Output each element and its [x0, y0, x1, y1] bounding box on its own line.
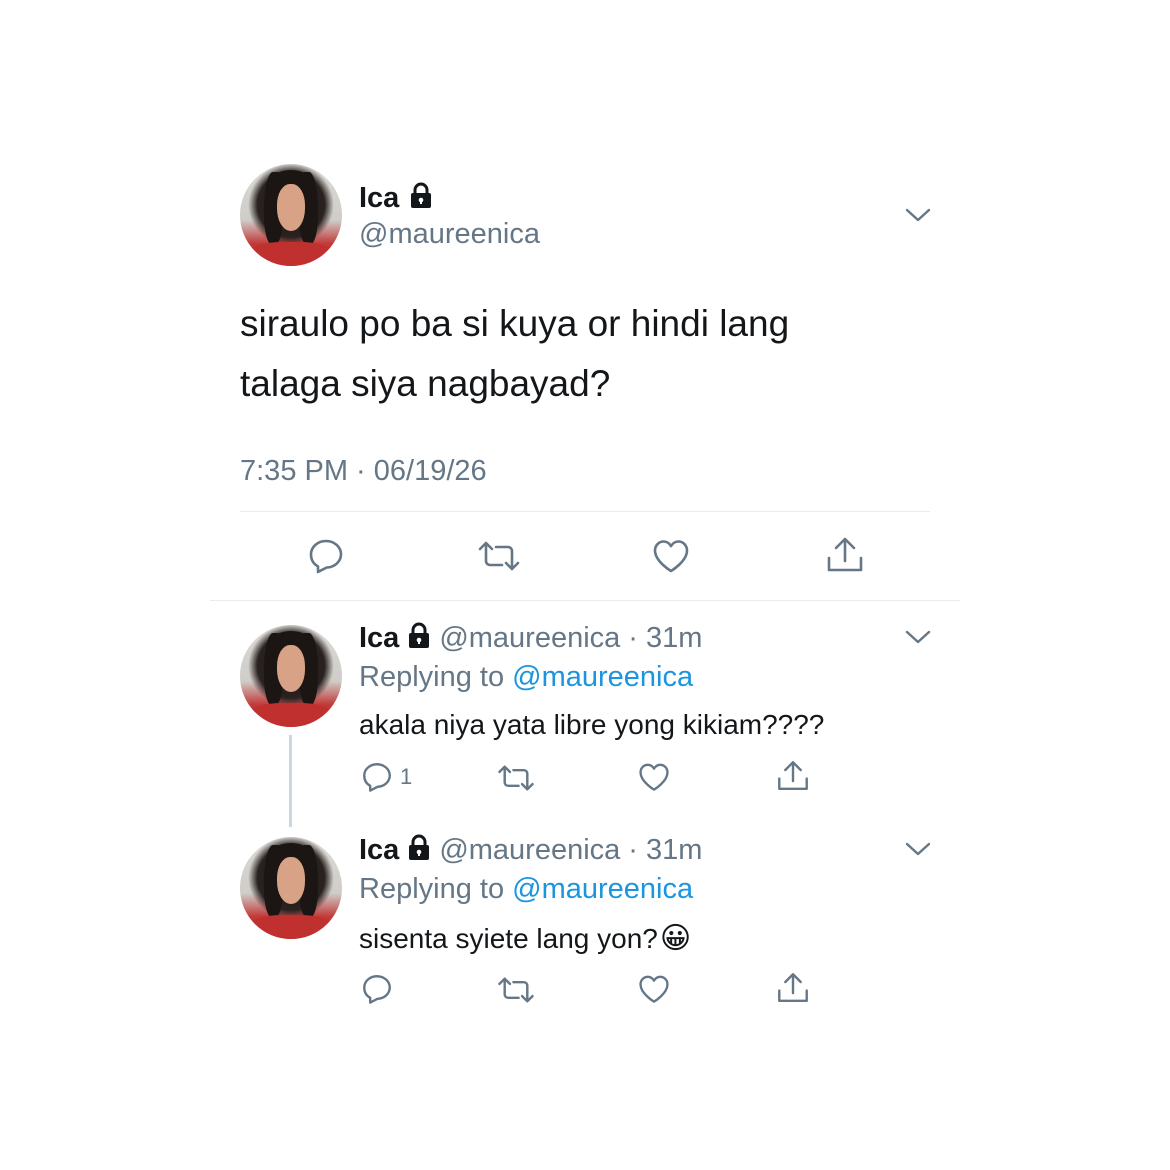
- grinning-face-emoji: 😀: [659, 921, 692, 956]
- retweet-icon[interactable]: [496, 974, 536, 1011]
- reply-icon[interactable]: [360, 972, 394, 1011]
- reply-icon[interactable]: 1: [360, 760, 412, 794]
- username[interactable]: @maureenica: [439, 622, 620, 655]
- replying-to-mention[interactable]: @maureenica: [512, 661, 693, 693]
- tweet-text-line: talaga siya nagbayad?: [240, 363, 611, 404]
- thread-line: [289, 735, 292, 827]
- replying-to-label: Replying to: [359, 873, 505, 905]
- reply-text: akala niya yata libre yong kikiam????: [359, 709, 825, 740]
- reply-count: 1: [400, 764, 413, 789]
- chevron-down-icon[interactable]: [904, 206, 932, 229]
- share-icon[interactable]: [775, 758, 811, 799]
- display-name[interactable]: Ica: [359, 622, 399, 655]
- divider: [240, 511, 930, 512]
- reply-text: sisenta syiete lang yon? 😀: [359, 921, 691, 956]
- replying-to-label: Replying to: [359, 661, 505, 693]
- chevron-down-icon[interactable]: [904, 628, 932, 651]
- avatar[interactable]: [240, 837, 342, 939]
- share-icon[interactable]: [775, 970, 811, 1011]
- lock-icon: [407, 834, 431, 867]
- lock-icon: [407, 622, 431, 655]
- tweet-text-line: siraulo po ba si kuya or hindi lang: [240, 303, 790, 344]
- share-icon[interactable]: [824, 534, 866, 581]
- tweet-timestamp[interactable]: 7:35 PM · 06/19/26: [240, 455, 487, 488]
- reply-icon[interactable]: [306, 536, 346, 581]
- reply-text-content: sisenta syiete lang yon?: [359, 922, 658, 954]
- replying-to: Replying to @maureenica: [359, 873, 693, 906]
- username[interactable]: @maureenica: [439, 834, 620, 867]
- replying-to-mention[interactable]: @maureenica: [512, 873, 693, 905]
- avatar[interactable]: [240, 164, 342, 266]
- reply-header: Ica @maureenica · 31m: [359, 834, 702, 867]
- display-name[interactable]: Ica: [359, 834, 399, 867]
- username[interactable]: @maureenica: [359, 218, 540, 251]
- lock-icon: [409, 182, 433, 215]
- relative-time[interactable]: · 31m: [628, 622, 702, 655]
- retweet-icon[interactable]: [496, 762, 536, 799]
- avatar[interactable]: [240, 625, 342, 727]
- tweet-text: siraulo po ba si kuya or hindi lang tala…: [240, 294, 940, 414]
- relative-time[interactable]: · 31m: [628, 834, 702, 867]
- like-icon[interactable]: [637, 761, 671, 798]
- retweet-icon[interactable]: [476, 538, 522, 579]
- like-icon[interactable]: [651, 537, 691, 580]
- reply-header: Ica @maureenica · 31m: [359, 622, 702, 655]
- replying-to: Replying to @maureenica: [359, 661, 693, 694]
- chevron-down-icon[interactable]: [904, 840, 932, 863]
- author-header: Ica: [359, 182, 433, 215]
- like-icon[interactable]: [637, 973, 671, 1010]
- display-name[interactable]: Ica: [359, 182, 399, 215]
- divider: [210, 600, 960, 601]
